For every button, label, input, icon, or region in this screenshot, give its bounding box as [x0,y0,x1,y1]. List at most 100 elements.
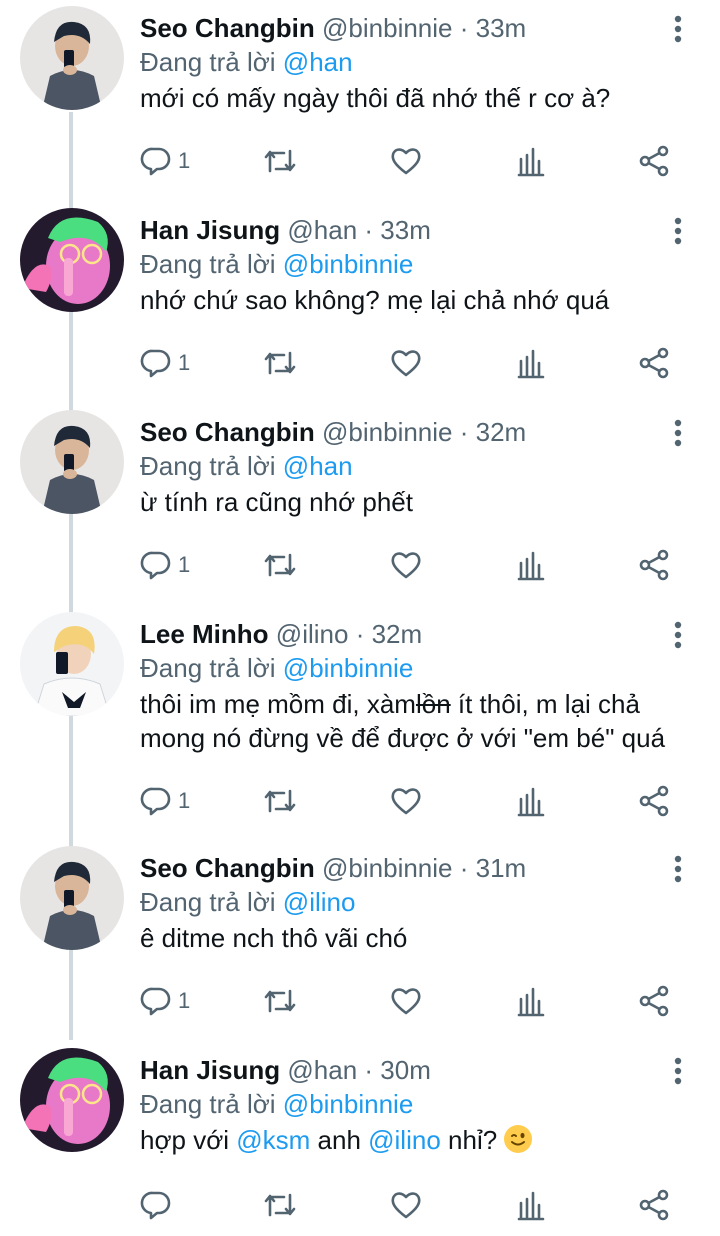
tweet-time[interactable]: 32m [476,417,527,447]
retweet-icon [264,789,296,813]
share-button[interactable] [638,343,670,383]
avatar[interactable] [20,846,124,950]
replying-to-mention[interactable]: @binbinnie [283,1089,413,1119]
replying-to-mention[interactable]: @binbinnie [283,653,413,683]
retweet-button[interactable] [262,981,298,1021]
more-button[interactable] [664,216,692,246]
author-name[interactable]: Lee Minho [140,619,269,649]
more-button[interactable] [664,620,692,650]
avatar[interactable] [20,612,124,716]
tweet[interactable]: Han Jisung @han · 33m Đang trả lời @binb… [0,202,720,404]
avatar[interactable] [20,410,124,514]
analytics-icon [517,787,545,817]
analytics-button[interactable] [516,545,546,585]
like-icon [391,1192,421,1219]
reply-icon [140,147,171,176]
avatar-image-jisung [20,1048,124,1152]
reply-button[interactable] [140,1185,178,1225]
author-name[interactable]: Han Jisung [140,1055,280,1085]
retweet-icon [264,989,296,1013]
tweet[interactable]: Seo Changbin @binbinnie · 31m Đang trả l… [0,840,720,1042]
retweet-button[interactable] [262,141,298,181]
text-segment: thôi im mẹ mồm đi, xàm [140,689,416,719]
analytics-icon [517,551,545,581]
share-button[interactable] [638,781,670,821]
author-name[interactable]: Han Jisung [140,215,280,245]
tweet[interactable]: Lee Minho @ilino · 32m Đang trả lời @bin… [0,606,720,840]
replying-to-mention[interactable]: @binbinnie [283,249,413,279]
author-handle[interactable]: @han [287,1055,357,1085]
share-button[interactable] [638,981,670,1021]
reply-button[interactable]: 1 [140,343,190,383]
more-button[interactable] [664,14,692,44]
analytics-button[interactable] [516,141,546,181]
retweet-button[interactable] [262,781,298,821]
like-button[interactable] [390,981,422,1021]
tweet-time[interactable]: 31m [476,853,527,883]
author-name[interactable]: Seo Changbin [140,853,315,883]
tweet-time[interactable]: 32m [372,619,423,649]
tweet-time[interactable]: 30m [380,1055,431,1085]
mention-link[interactable]: @ksm [236,1125,310,1155]
analytics-button[interactable] [516,781,546,821]
like-button[interactable] [390,781,422,821]
avatar[interactable] [20,6,124,110]
reply-button[interactable]: 1 [140,981,190,1021]
tweet-actions: 1 [140,545,700,585]
replying-to-mention[interactable]: @han [283,47,353,77]
more-button[interactable] [664,1056,692,1086]
analytics-button[interactable] [516,981,546,1021]
tweet[interactable]: Seo Changbin @binbinnie · 33m Đang trả l… [0,0,720,202]
avatar[interactable] [20,208,124,312]
mention-link[interactable]: @ilino [368,1125,441,1155]
author-handle[interactable]: @binbinnie [322,417,452,447]
tweet-time[interactable]: 33m [476,13,527,43]
replying-to-mention[interactable]: @ilino [283,887,356,917]
author-handle[interactable]: @binbinnie [322,13,452,43]
author-name[interactable]: Seo Changbin [140,13,315,43]
tweet-text: ê ditme nch thô vãi chó [140,923,408,953]
author-handle[interactable]: @binbinnie [322,853,452,883]
retweet-button[interactable] [262,343,298,383]
tweet-actions [140,1185,700,1225]
author-name[interactable]: Seo Changbin [140,417,315,447]
retweet-button[interactable] [262,545,298,585]
tweet[interactable]: Han Jisung @han · 30m Đang trả lời @binb… [0,1042,720,1236]
more-vertical-icon [674,855,682,883]
retweet-button[interactable] [262,1185,298,1225]
like-button[interactable] [390,343,422,383]
reply-count: 1 [178,552,191,577]
share-icon [639,549,669,581]
share-button[interactable] [638,141,670,181]
share-button[interactable] [638,1185,670,1225]
author-handle[interactable]: @ilino [276,619,349,649]
more-button[interactable] [664,854,692,884]
tweet-text: thôi im mẹ mồm đi, xàmlồn ít thôi, m lại… [140,687,710,755]
tweet-header: Seo Changbin @binbinnie · 32m [140,415,526,449]
analytics-button[interactable] [516,1185,546,1225]
more-button[interactable] [664,418,692,448]
reply-button[interactable]: 1 [140,141,190,181]
author-handle[interactable]: @han [287,215,357,245]
replying-to-mention[interactable]: @han [283,451,353,481]
avatar-image-changbin [20,6,124,110]
more-vertical-icon [674,1057,682,1085]
replying-to-label: Đang trả lời [140,47,276,77]
like-button[interactable] [390,1185,422,1225]
share-button[interactable] [638,545,670,585]
tweet-time[interactable]: 33m [380,215,431,245]
like-button[interactable] [390,141,422,181]
tweet[interactable]: Seo Changbin @binbinnie · 32m Đang trả l… [0,404,720,606]
text-segment: anh [310,1125,369,1155]
like-button[interactable] [390,545,422,585]
text-segment: nhỉ? [440,1125,505,1155]
reply-icon [140,1191,171,1220]
avatar[interactable] [20,1048,124,1152]
reply-button[interactable]: 1 [140,781,190,821]
reply-count: 1 [178,148,191,173]
analytics-button[interactable] [516,343,546,383]
like-icon [391,988,421,1015]
reply-button[interactable]: 1 [140,545,190,585]
analytics-icon [517,349,545,379]
tweet-header: Han Jisung @han · 30m [140,1053,431,1087]
